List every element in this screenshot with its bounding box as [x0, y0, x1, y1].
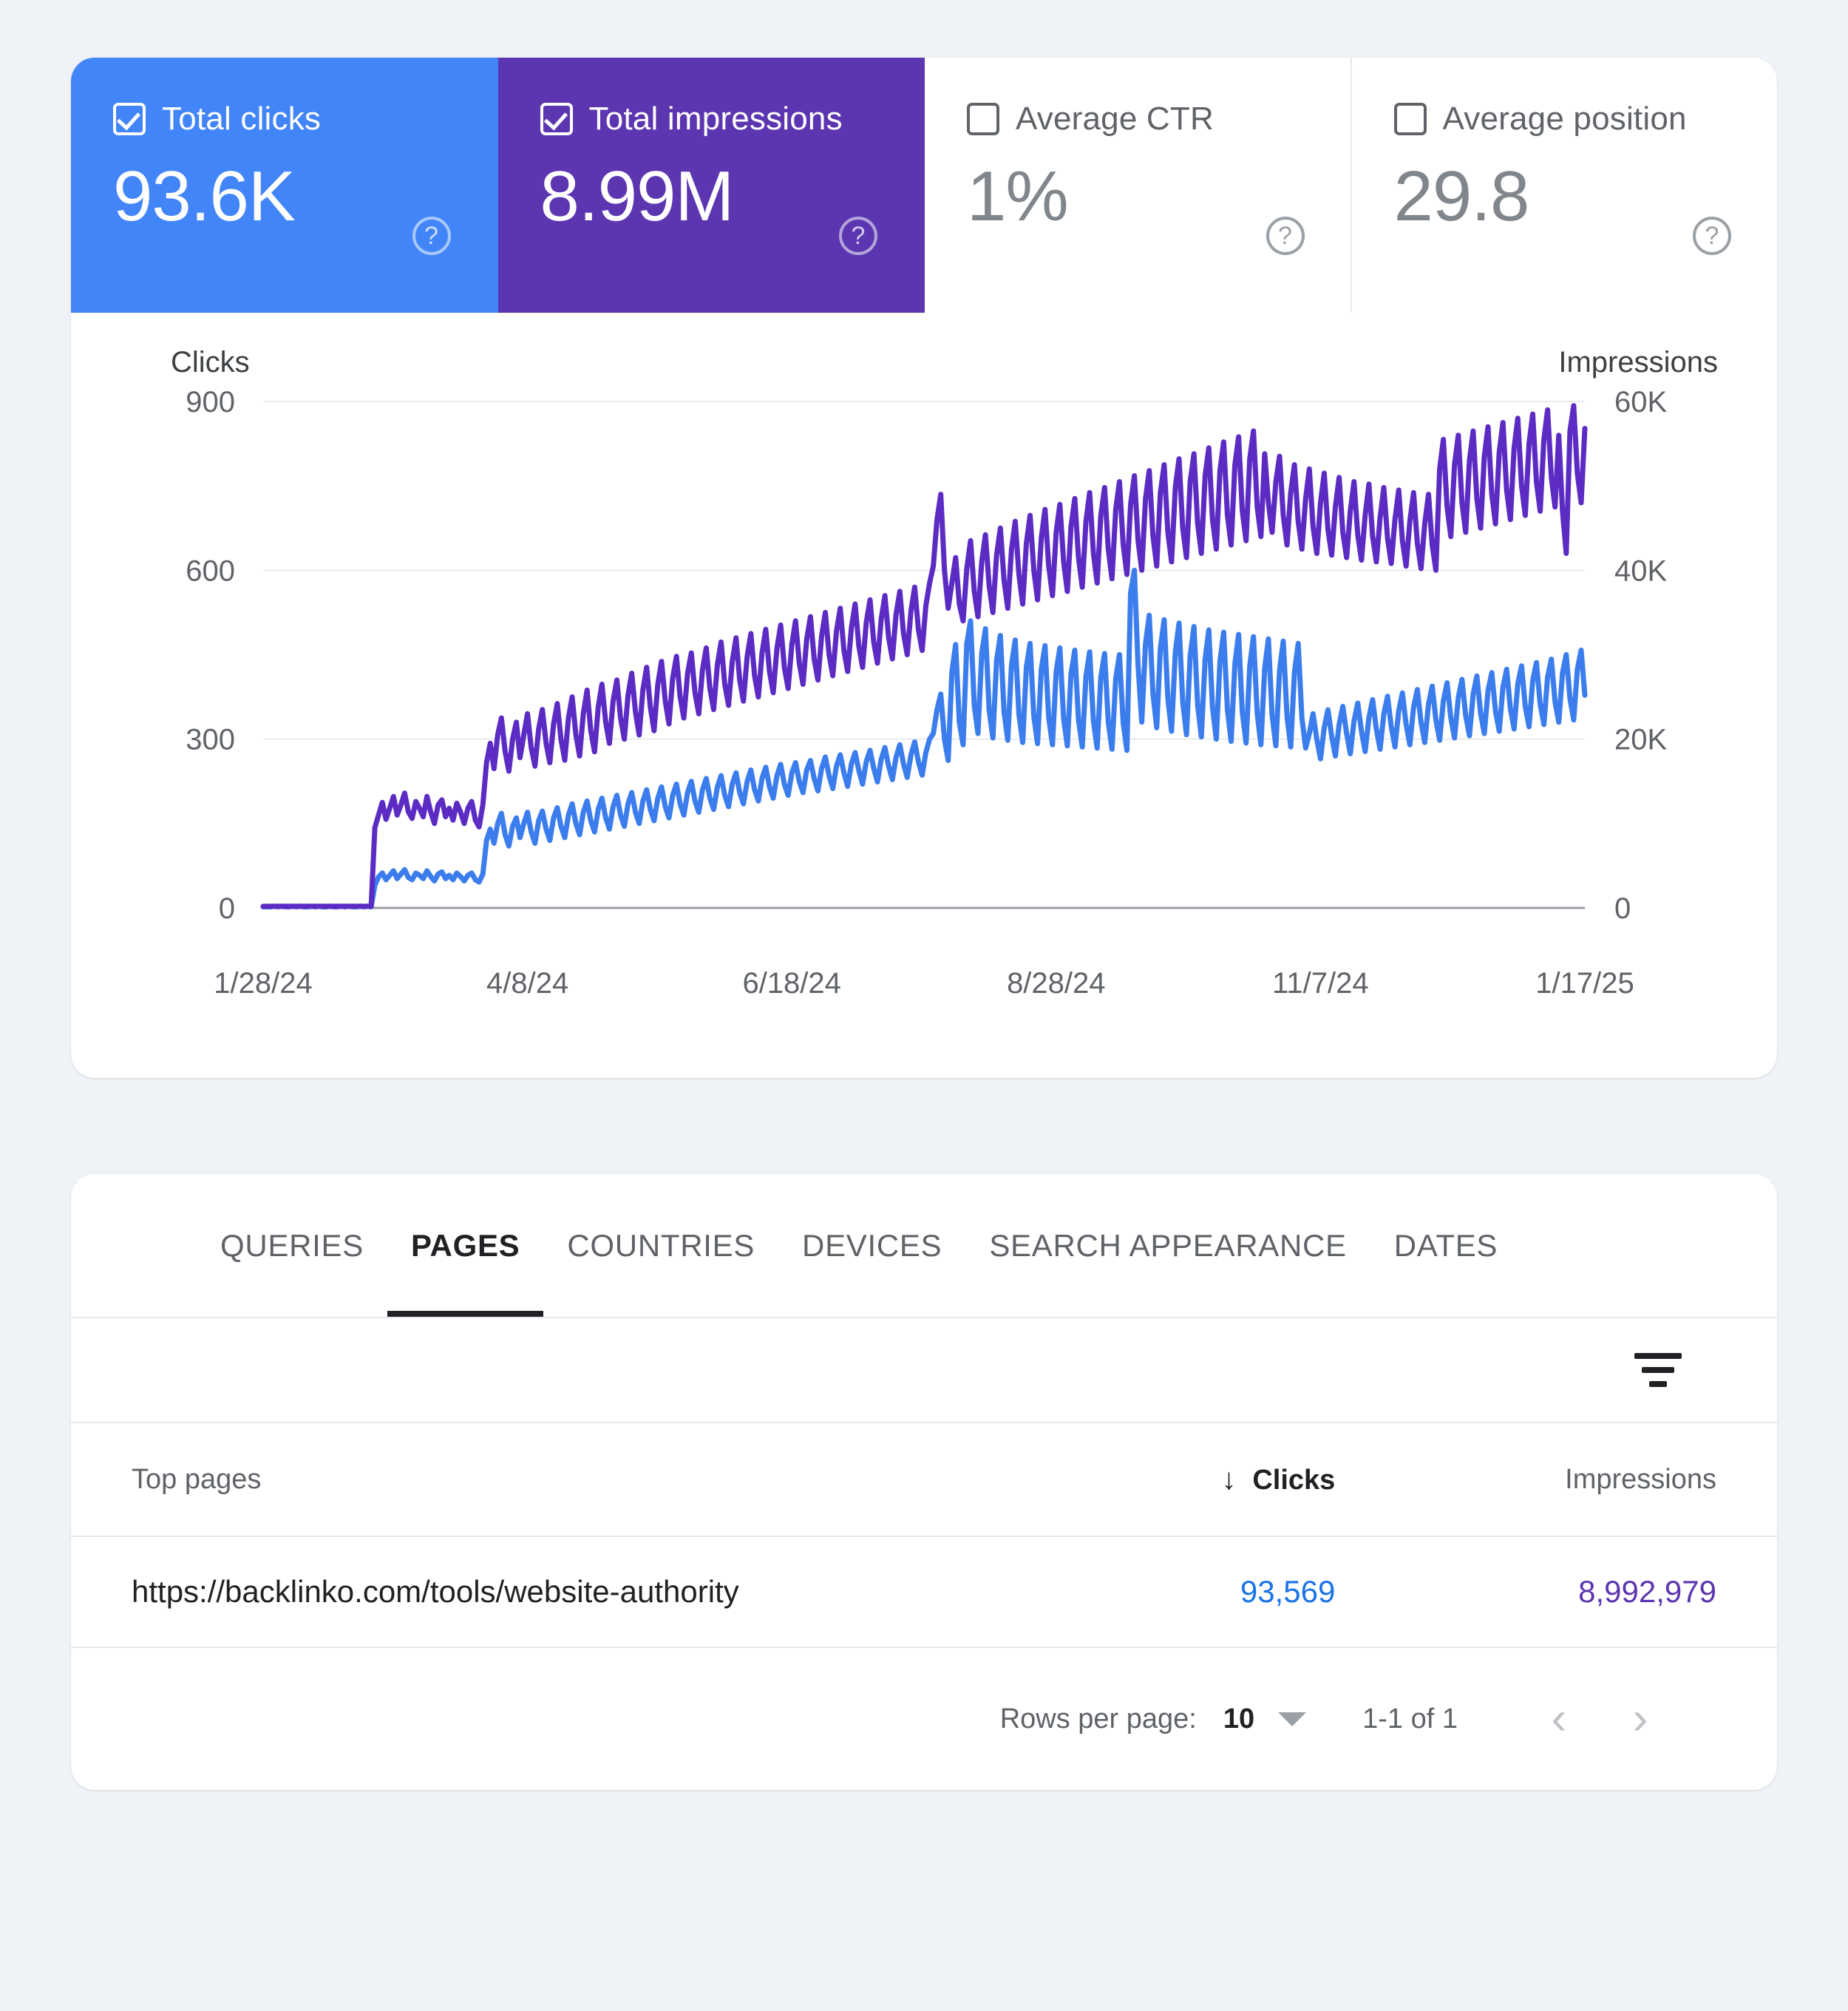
chart-x-tick-label: 6/18/24: [742, 967, 840, 1000]
chart-y2-tick-label: 40K: [1614, 555, 1667, 587]
metric-card-average-ctr[interactable]: Average CTR 1% ?: [925, 58, 1352, 313]
performance-dashboard: Total clicks 93.6K ? Total impressions 8…: [0, 58, 1848, 2011]
help-icon[interactable]: ?: [1266, 217, 1305, 255]
column-header-clicks[interactable]: ↓ Clicks: [1061, 1423, 1419, 1536]
tab-dates[interactable]: DATES: [1370, 1174, 1521, 1317]
filter-icon[interactable]: [1634, 1352, 1682, 1388]
checkbox-total-clicks[interactable]: [113, 103, 146, 135]
table-toolbar: [71, 1318, 1777, 1423]
chart-x-tick-label: 11/7/24: [1272, 967, 1369, 1000]
dimension-table-card: QUERIESPAGESCOUNTRIESDEVICESSEARCH APPEA…: [71, 1174, 1777, 1790]
chart-y2-tick-label: 20K: [1614, 724, 1667, 756]
table-row[interactable]: https://backlinko.com/tools/website-auth…: [71, 1536, 1777, 1647]
pagination-range: 1-1 of 1: [1362, 1703, 1458, 1735]
table-header-row: Top pages ↓ Clicks Impressions: [71, 1423, 1777, 1536]
checkbox-total-impressions[interactable]: [540, 103, 573, 135]
chart-y-tick-label: 600: [186, 555, 235, 587]
help-icon[interactable]: ?: [839, 217, 877, 255]
chart-y2-tick-label: 0: [1614, 892, 1631, 925]
chart-x-tick-label: 1/28/24: [214, 967, 312, 1000]
tab-pages[interactable]: PAGES: [387, 1174, 543, 1317]
metric-cards-row: Total clicks 93.6K ? Total impressions 8…: [71, 58, 1777, 313]
column-header-clicks-label: Clicks: [1252, 1465, 1335, 1496]
chevron-down-icon[interactable]: [1278, 1712, 1306, 1726]
metric-label-total-impressions: Total impressions: [589, 101, 843, 138]
tab-search-appearance[interactable]: SEARCH APPEARANCE: [965, 1174, 1370, 1317]
chart-y2-tick-label: 60K: [1614, 386, 1667, 418]
rows-per-page-value[interactable]: 10: [1223, 1703, 1254, 1735]
chart-y-axis-title: Clicks: [171, 346, 250, 379]
help-icon[interactable]: ?: [1693, 217, 1731, 255]
tab-queries[interactable]: QUERIES: [197, 1174, 387, 1317]
chart-x-tick-label: 1/17/25: [1535, 967, 1634, 1000]
metric-card-average-position[interactable]: Average position 29.8 ?: [1352, 58, 1778, 313]
metric-card-total-impressions[interactable]: Total impressions 8.99M ?: [498, 58, 925, 313]
next-page-button[interactable]: ›: [1607, 1696, 1674, 1742]
metric-header: Total clicks: [113, 101, 497, 138]
dimension-tabs: QUERIESPAGESCOUNTRIESDEVICESSEARCH APPEA…: [71, 1174, 1777, 1318]
tab-countries[interactable]: COUNTRIES: [543, 1174, 778, 1317]
cell-impressions: 8,992,979: [1419, 1536, 1777, 1647]
metric-header: Total impressions: [540, 101, 924, 138]
checkbox-average-position[interactable]: [1394, 103, 1427, 135]
top-pages-table: Top pages ↓ Clicks Impressions https://ba…: [71, 1423, 1777, 1648]
previous-page-button[interactable]: ‹: [1526, 1696, 1592, 1742]
cell-clicks: 93,569: [1061, 1536, 1419, 1647]
chart-y-tick-label: 300: [186, 724, 235, 756]
pagination-bar: Rows per page: 10 1-1 of 1 ‹ ›: [71, 1648, 1777, 1790]
chart-y2-axis-title: Impressions: [1558, 346, 1718, 379]
metric-header: Average position: [1394, 101, 1778, 138]
rows-per-page-label: Rows per page:: [1000, 1703, 1197, 1735]
sort-descending-icon: ↓: [1221, 1463, 1236, 1496]
metric-label-average-ctr: Average CTR: [1016, 101, 1214, 138]
chart-svg: Clicks Impressions 0 300 600 900 0 20K 40K 60K 1/2…: [71, 313, 1777, 1078]
chart-series-impressions: [263, 406, 1585, 906]
help-icon[interactable]: ?: [412, 217, 451, 255]
performance-card: Total clicks 93.6K ? Total impressions 8…: [71, 58, 1777, 1078]
column-header-top-pages[interactable]: Top pages: [71, 1423, 1061, 1536]
chart-y-tick-label: 900: [186, 386, 235, 418]
table-body: https://backlinko.com/tools/website-auth…: [71, 1536, 1777, 1647]
chart-x-tick-label: 4/8/24: [486, 967, 568, 1000]
chart-x-tick-label: 8/28/24: [1007, 967, 1105, 1000]
metric-header: Average CTR: [967, 101, 1351, 138]
metric-label-average-position: Average position: [1443, 101, 1687, 138]
chart-y-tick-label: 0: [219, 892, 235, 925]
cell-page[interactable]: https://backlinko.com/tools/website-auth…: [71, 1536, 1061, 1647]
table-head: Top pages ↓ Clicks Impressions: [71, 1423, 1777, 1536]
metric-card-total-clicks[interactable]: Total clicks 93.6K ?: [71, 58, 498, 313]
metric-label-total-clicks: Total clicks: [162, 101, 321, 138]
checkbox-average-ctr[interactable]: [967, 103, 999, 135]
column-header-impressions[interactable]: Impressions: [1419, 1423, 1777, 1536]
tab-devices[interactable]: DEVICES: [778, 1174, 965, 1317]
performance-chart: Clicks Impressions 0 300 600 900 0 20K 40K 60K 1/2…: [71, 313, 1777, 1078]
